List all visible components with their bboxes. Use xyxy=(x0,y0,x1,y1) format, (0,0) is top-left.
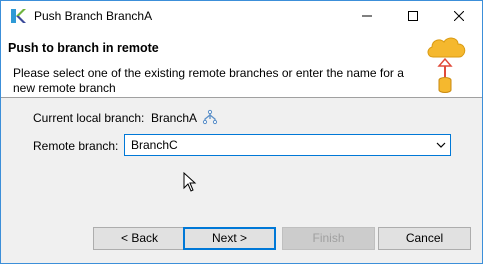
cancel-button[interactable]: Cancel xyxy=(378,227,471,250)
title-bar[interactable]: Push Branch BranchA xyxy=(1,1,482,31)
maximize-button[interactable] xyxy=(390,1,436,31)
minimize-button[interactable] xyxy=(344,1,390,31)
push-branch-dialog: Push Branch BranchA Push to branch in re… xyxy=(0,0,483,264)
page-title: Push to branch in remote xyxy=(8,41,159,55)
remote-branch-label: Remote branch: xyxy=(33,139,119,153)
page-description: Please select one of the existing remote… xyxy=(13,66,404,95)
current-branch-label: Current local branch: xyxy=(33,111,145,125)
chevron-down-icon[interactable] xyxy=(436,142,446,148)
close-button[interactable] xyxy=(436,1,482,31)
maximize-icon xyxy=(408,11,418,21)
wizard-header: Push to branch in remote Please select o… xyxy=(1,31,482,98)
minimize-icon xyxy=(362,15,372,17)
window-title: Push Branch BranchA xyxy=(34,9,153,23)
branch-icon xyxy=(202,109,218,125)
next-button[interactable]: Next > xyxy=(183,227,276,250)
app-k-icon xyxy=(10,8,26,24)
mouse-pointer-icon xyxy=(183,172,197,192)
cloud-upload-icon xyxy=(427,37,466,93)
current-branch-value: BranchA xyxy=(151,111,198,125)
close-icon xyxy=(454,11,464,21)
back-button[interactable]: < Back xyxy=(93,227,186,250)
remote-branch-value[interactable]: BranchC xyxy=(131,138,178,152)
finish-button[interactable]: Finish xyxy=(282,227,375,250)
remote-branch-combobox[interactable]: BranchC xyxy=(124,134,451,156)
